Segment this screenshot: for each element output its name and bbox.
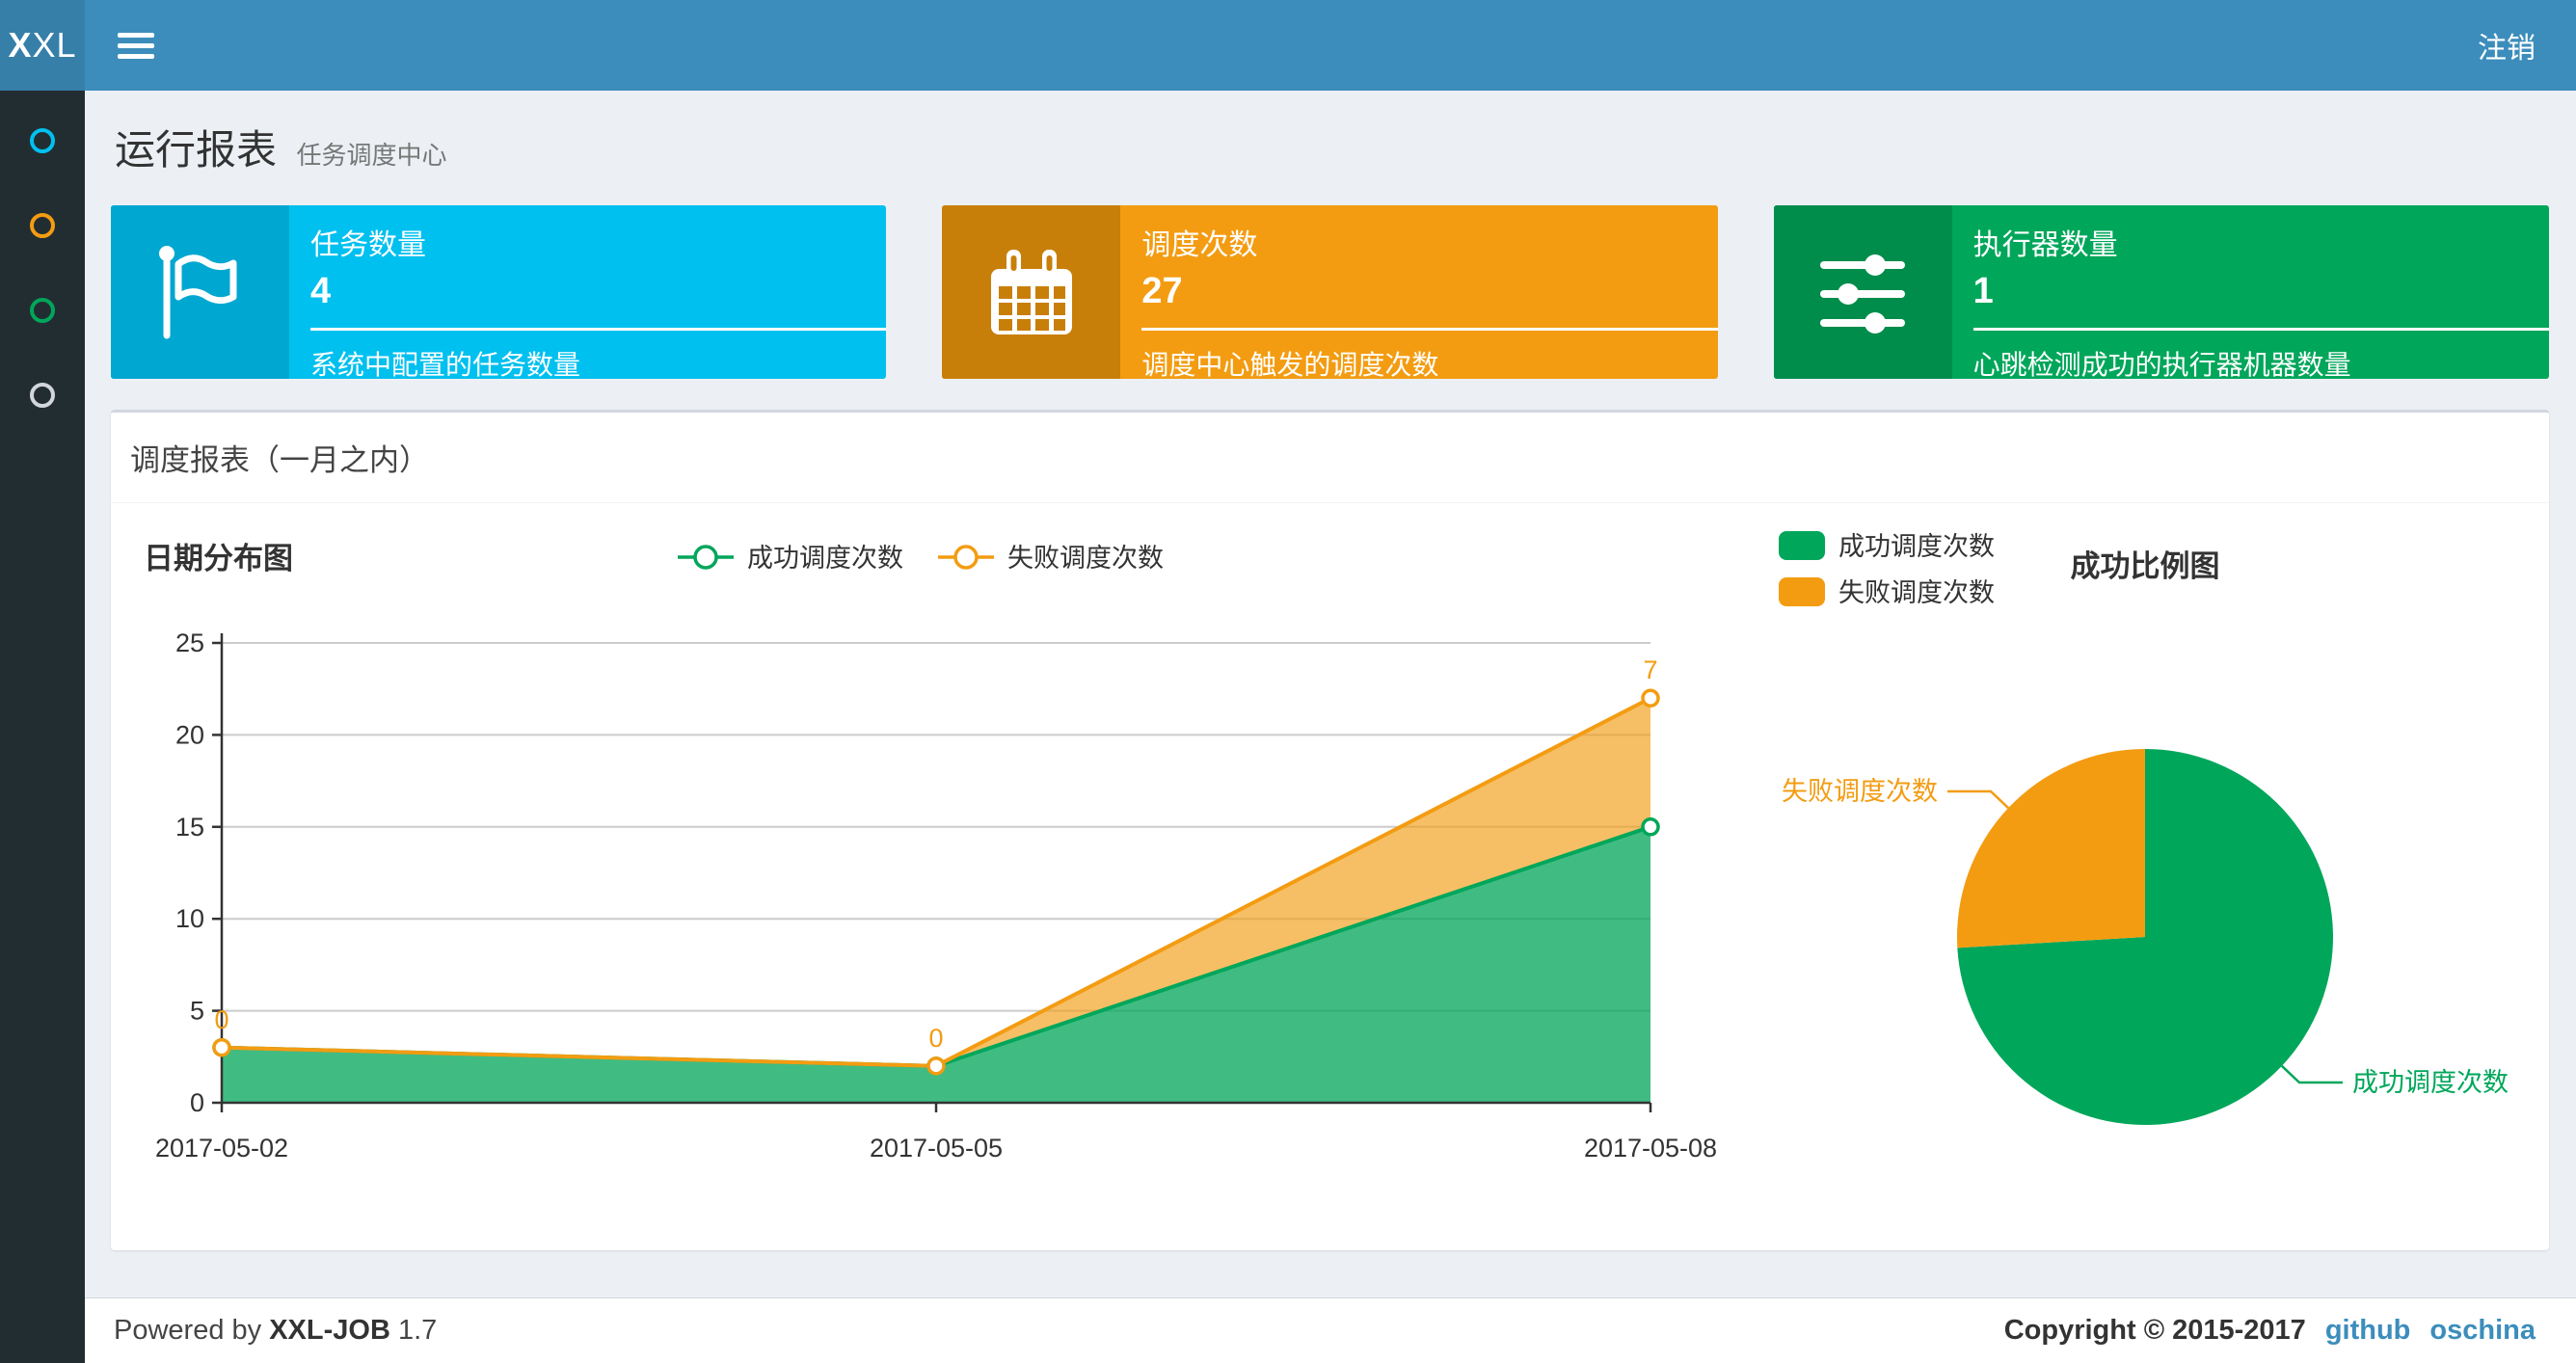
y-tick-label: 0 bbox=[190, 1088, 204, 1117]
divider bbox=[1141, 328, 1718, 331]
card-value: 4 bbox=[310, 271, 332, 311]
card-trigger-count: 调度次数 27 调度中心触发的调度次数 bbox=[942, 205, 1718, 379]
circle-icon bbox=[30, 128, 55, 153]
card-title: 任务数量 bbox=[310, 229, 426, 261]
sliders-icon bbox=[1773, 205, 1952, 379]
x-tick-label: 2017-05-02 bbox=[155, 1134, 288, 1163]
circle-icon bbox=[30, 213, 55, 238]
pie-label-line bbox=[2280, 1064, 2344, 1084]
page-title: 运行报表 bbox=[115, 127, 278, 173]
card-executor-count: 执行器数量 1 心跳检测成功的执行器机器数量 bbox=[1773, 205, 2549, 379]
content-area: 运行报表 任务调度中心 任务数量 4 系统中配置的任务数量 调度次数 27 调度… bbox=[85, 91, 2576, 1297]
svg-text:成功调度次数: 成功调度次数 bbox=[1838, 532, 1995, 561]
chart-title: 日期分布图 bbox=[144, 542, 293, 575]
card-description: 调度中心触发的调度次数 bbox=[1141, 350, 1439, 379]
sidebar-toggle-icon[interactable] bbox=[85, 27, 187, 65]
y-tick-label: 15 bbox=[175, 813, 204, 842]
pie-slice bbox=[1957, 749, 2145, 949]
legend-item[interactable]: 失败调度次数 bbox=[1779, 577, 1995, 607]
card-value: 27 bbox=[1141, 271, 1183, 311]
legend-item[interactable]: 成功调度次数 bbox=[678, 544, 903, 573]
sidebar-item-dashboard[interactable] bbox=[0, 98, 85, 183]
y-tick-label: 10 bbox=[175, 904, 204, 933]
chart-title: 成功比例图 bbox=[2071, 549, 2220, 583]
page-subtitle: 任务调度中心 bbox=[296, 141, 447, 170]
circle-icon bbox=[30, 298, 55, 323]
calendar-icon bbox=[942, 205, 1121, 379]
x-tick-label: 2017-05-05 bbox=[870, 1134, 1003, 1163]
github-link[interactable]: github bbox=[2325, 1315, 2411, 1347]
card-job-count: 任务数量 4 系统中配置的任务数量 bbox=[111, 205, 887, 379]
main-footer: Powered by XXL-JOB 1.7 Copyright © 2015-… bbox=[85, 1297, 2576, 1363]
powered-by: Powered by XXL-JOB 1.7 bbox=[114, 1315, 438, 1346]
stat-cards: 任务数量 4 系统中配置的任务数量 调度次数 27 调度中心触发的调度次数 执行… bbox=[111, 205, 2549, 379]
logo-rest: XL bbox=[32, 25, 77, 65]
pie-chart-group: 成功比例图成功调度次数失败调度次数成功调度次数失败调度次数 bbox=[1779, 531, 2509, 1125]
page-header: 运行报表 任务调度中心 bbox=[115, 118, 2549, 176]
card-description: 系统中配置的任务数量 bbox=[310, 350, 581, 379]
legend-item[interactable]: 失败调度次数 bbox=[938, 544, 1164, 573]
y-tick-label: 20 bbox=[175, 720, 204, 749]
y-tick-label: 25 bbox=[175, 628, 204, 657]
panel-body: 0 5 10 15 20 25 2017-05-02 2017-05-05 2017-05-08… bbox=[111, 503, 2549, 1250]
flag-icon bbox=[111, 205, 289, 379]
logo-bold: X bbox=[8, 25, 33, 65]
card-description: 心跳检测成功的执行器机器数量 bbox=[1972, 350, 2351, 379]
x-tick-label: 2017-05-08 bbox=[1584, 1134, 1717, 1163]
data-label: 7 bbox=[1643, 655, 1657, 684]
oschina-link[interactable]: oschina bbox=[2429, 1315, 2536, 1347]
date-distribution-chart: 05101520252017-05-02 2017-05-05 2017-05-08… bbox=[144, 542, 1717, 1163]
svg-text:失败调度次数: 失败调度次数 bbox=[1838, 578, 1995, 607]
report-panel: 调度报表（一月之内） 0 5 10 15 20 25 2017-05-02 2017-05-0… bbox=[111, 410, 2549, 1250]
divider bbox=[310, 328, 887, 331]
pie-label-line bbox=[1946, 789, 2010, 810]
top-navbar: 注销 bbox=[85, 0, 2576, 91]
svg-text:失败调度次数: 失败调度次数 bbox=[1007, 544, 1164, 573]
fail-marker bbox=[212, 1038, 231, 1057]
main-header: XXL 注销 bbox=[0, 0, 2576, 91]
y-tick-label: 5 bbox=[190, 997, 204, 1026]
circle-icon bbox=[30, 383, 55, 408]
product-version: 1.7 bbox=[397, 1315, 438, 1346]
copyright: Copyright © 2015-2017 bbox=[2003, 1315, 2306, 1346]
success-marker bbox=[1641, 817, 1660, 837]
line-chart-group: 05101520252017-05-02 2017-05-05 2017-05-08… bbox=[144, 542, 1717, 1163]
pie-label: 失败调度次数 bbox=[1782, 777, 1938, 806]
card-value: 1 bbox=[1972, 271, 1994, 311]
logout-button[interactable]: 注销 bbox=[2437, 24, 2576, 67]
sidebar-item-logs[interactable] bbox=[0, 268, 85, 353]
data-label: 0 bbox=[214, 1005, 228, 1034]
fail-marker bbox=[1641, 688, 1660, 708]
sidebar-item-executors[interactable] bbox=[0, 353, 85, 438]
product-name: XXL-JOB bbox=[269, 1315, 390, 1346]
data-label: 0 bbox=[928, 1024, 943, 1053]
divider bbox=[1972, 328, 2549, 331]
sidebar bbox=[0, 91, 85, 1363]
pie-label: 成功调度次数 bbox=[2352, 1068, 2509, 1097]
svg-text:成功调度次数: 成功调度次数 bbox=[747, 544, 903, 573]
legend-item[interactable]: 成功调度次数 bbox=[1779, 531, 1995, 561]
success-ratio-pie-chart: 成功比例图成功调度次数失败调度次数成功调度次数失败调度次数 bbox=[1779, 531, 2509, 1125]
sidebar-item-jobs[interactable] bbox=[0, 183, 85, 268]
card-title: 调度次数 bbox=[1141, 229, 1258, 261]
fail-marker bbox=[926, 1056, 946, 1076]
card-title: 执行器数量 bbox=[1972, 229, 2118, 261]
panel-title: 调度报表（一月之内） bbox=[111, 413, 2549, 503]
app-logo[interactable]: XXL bbox=[0, 0, 85, 91]
